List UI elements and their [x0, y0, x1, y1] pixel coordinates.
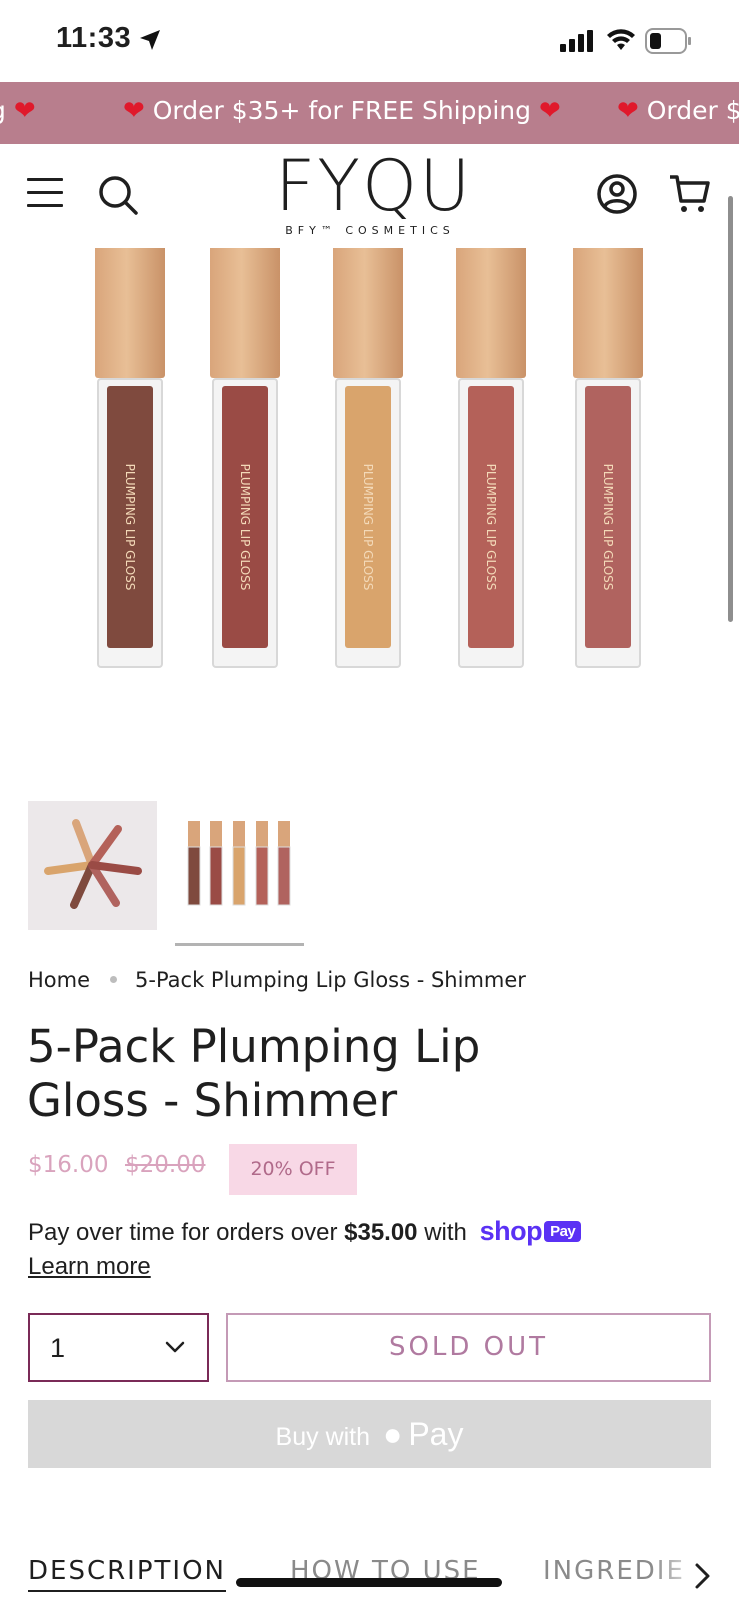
gloss-label-text: PLUMPING LIP GLOSS: [361, 463, 375, 591]
announcement-fragment-left: g ❤: [0, 96, 36, 126]
breadcrumb: Home 5-Pack Plumping Lip Gloss - Shimmer: [28, 968, 526, 992]
announcement-text: Order $35+ for FREE Shipping: [152, 96, 532, 125]
buy-with-apple-pay-button[interactable]: Buy with ● Pay: [28, 1400, 711, 1468]
heart-icon: ❤: [538, 96, 561, 126]
shop-pay-brand: shop: [479, 1216, 543, 1246]
heart-icon: ❤: [123, 96, 145, 126]
logo-tagline: BFY™ COSMETICS: [285, 224, 455, 237]
thumbnail-five-tubes[interactable]: [175, 801, 304, 930]
shop-pay-installments: Pay over time for orders over $35.00 wit…: [28, 1216, 582, 1247]
apple-pay-wordmark: Pay: [408, 1416, 464, 1452]
shop-pay-logo: shop Pay: [480, 1216, 582, 1247]
lip-gloss-tube: PLUMPING LIP GLOSS: [333, 248, 403, 668]
home-indicator[interactable]: [236, 1578, 502, 1587]
announcement-text-fragment: Order $: [646, 96, 739, 125]
search-icon[interactable]: [97, 174, 139, 216]
announcement-text-fragment: g: [0, 96, 6, 125]
lip-gloss-tube: PLUMPING LIP GLOSS: [210, 248, 280, 668]
sold-out-button[interactable]: SOLD OUT: [226, 1313, 711, 1382]
scattered-gloss-illustration: [28, 801, 157, 930]
menu-icon[interactable]: [27, 178, 63, 208]
gloss-label-text: PLUMPING LIP GLOSS: [484, 463, 498, 591]
gloss-label-text: PLUMPING LIP GLOSS: [601, 463, 615, 591]
five-tubes-illustration: [187, 821, 291, 906]
lip-gloss-tube: PLUMPING LIP GLOSS: [456, 248, 526, 668]
account-icon[interactable]: [596, 173, 638, 215]
product-main-image[interactable]: PLUMPING LIP GLOSS PLUMPING LIP GLOSS PL…: [0, 248, 728, 698]
battery-icon: [645, 28, 691, 54]
lip-gloss-tube: PLUMPING LIP GLOSS: [95, 248, 165, 668]
thumbnail-selected-indicator: [175, 943, 304, 946]
product-title-line: Gloss - Shimmer: [27, 1074, 398, 1127]
sale-price: $16.00: [28, 1152, 109, 1178]
compare-at-price: $20.00: [125, 1152, 206, 1178]
installments-text: with: [417, 1219, 467, 1246]
cart-icon[interactable]: [668, 173, 712, 215]
discount-badge: 20% OFF: [229, 1144, 357, 1195]
product-title: 5-Pack Plumping Lip Gloss - Shimmer: [27, 1020, 587, 1128]
thumbnail-lifestyle[interactable]: [28, 801, 157, 930]
installments-text: Pay over time for orders over: [28, 1219, 345, 1246]
status-bar: 11:33: [0, 0, 739, 82]
chevron-down-icon: [165, 1341, 185, 1353]
announcement-bar[interactable]: g ❤ ❤ Order $35+ for FREE Shipping ❤ ❤ O…: [0, 82, 739, 144]
shop-pay-chip: Pay: [544, 1221, 582, 1242]
lip-gloss-tube: PLUMPING LIP GLOSS: [573, 248, 643, 668]
breadcrumb-current: 5-Pack Plumping Lip Gloss - Shimmer: [135, 968, 526, 992]
logo-wordmark: FYQU: [275, 145, 473, 227]
site-header: FYQU BFY™ COSMETICS: [0, 144, 739, 248]
heart-icon: ❤: [13, 96, 36, 126]
learn-more-link[interactable]: Learn more: [28, 1253, 151, 1281]
gloss-label-text: PLUMPING LIP GLOSS: [123, 463, 137, 591]
brand-logo[interactable]: FYQU BFY™ COSMETICS: [275, 145, 473, 244]
heart-icon: ❤: [617, 96, 639, 126]
announcement-message: ❤ Order $35+ for FREE Shipping ❤: [123, 96, 561, 126]
tab-description[interactable]: DESCRIPTION: [28, 1556, 226, 1592]
apple-pay-prefix: Buy with: [275, 1423, 371, 1451]
gloss-label-text: PLUMPING LIP GLOSS: [238, 463, 252, 591]
apple-logo-icon: ●: [382, 1416, 403, 1452]
announcement-fragment-right: ❤ Order $: [617, 96, 739, 126]
wifi-icon: [607, 29, 635, 50]
breadcrumb-separator: [110, 976, 118, 983]
status-time: 11:33: [56, 22, 132, 54]
quantity-select[interactable]: 1: [28, 1313, 209, 1382]
chevron-right-icon[interactable]: [693, 1562, 713, 1590]
breadcrumb-home-link[interactable]: Home: [28, 968, 90, 992]
quantity-value: 1: [50, 1333, 66, 1363]
page-scrollbar[interactable]: [728, 196, 733, 622]
product-title-line: 5-Pack Plumping Lip: [27, 1020, 481, 1073]
product-info-tabs: DESCRIPTION HOW TO USE INGREDIE: [0, 1552, 739, 1600]
location-arrow-icon: [140, 30, 160, 50]
cellular-signal-icon: [560, 30, 593, 52]
installments-amount: $35.00: [344, 1219, 418, 1246]
